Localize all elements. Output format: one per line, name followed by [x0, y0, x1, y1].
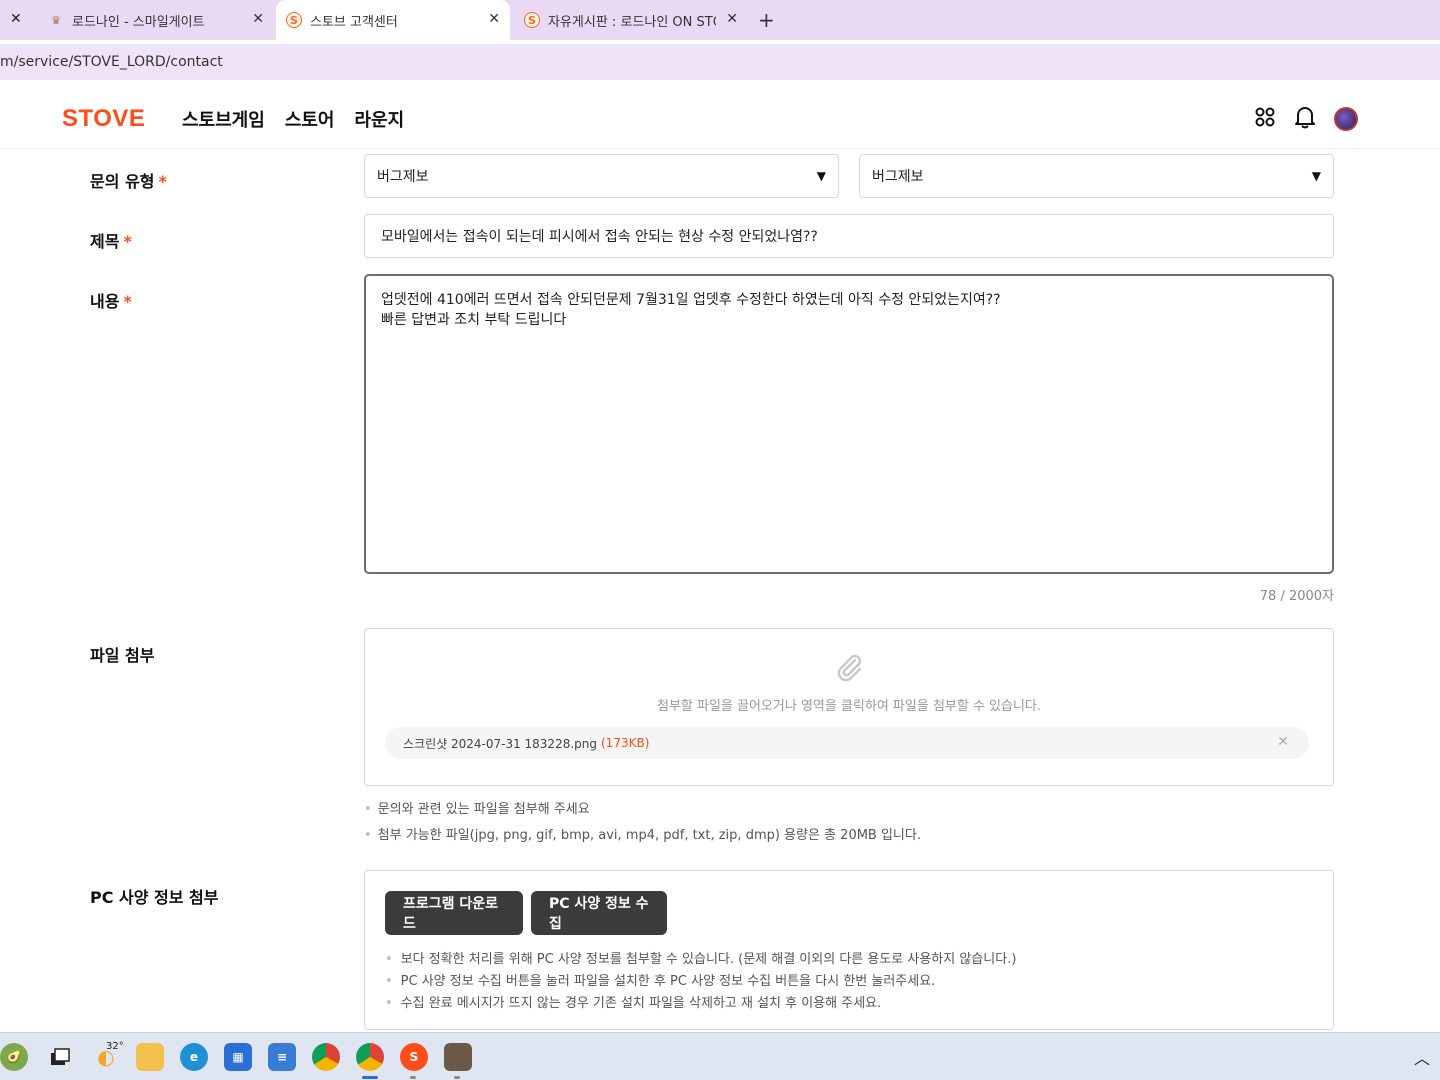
stove-icon[interactable]: S — [400, 1043, 428, 1071]
chevron-up-icon[interactable]: ︿ — [1414, 1045, 1430, 1069]
pc-note: 보다 정확한 처리를 위해 PC 사양 정보를 첨부할 수 있습니다. (문제 … — [385, 948, 1017, 967]
attach-note: 문의와 관련 있는 파일을 첨부해 주세요 — [364, 798, 590, 817]
apps-grid-icon[interactable] — [1254, 106, 1276, 132]
bell-icon[interactable] — [1294, 105, 1316, 133]
file-name: 스크린샷 2024-07-31 183228.png — [403, 736, 597, 751]
task-view-icon[interactable] — [46, 1043, 74, 1071]
dropzone-hint: 첨부할 파일을 끌어오거나 영역을 클릭하여 파일을 첨부할 수 있습니다. — [656, 699, 1042, 714]
stove-s-icon: S — [524, 12, 540, 28]
remove-file-icon[interactable]: ✕ — [1277, 734, 1289, 750]
game-icon[interactable] — [444, 1043, 472, 1071]
tab-stove-support[interactable]: S 스토브 고객센터 ✕ — [276, 0, 510, 40]
tab-close-icon[interactable]: ✕ — [726, 11, 738, 27]
pc-spec-label: PC 사양 정보 첨부 — [90, 888, 219, 907]
store-icon[interactable]: ▦ — [224, 1043, 252, 1071]
tab-free-board[interactable]: S 자유게시판 : 로드나인 ON STO ✕ — [514, 0, 748, 40]
type-select-secondary[interactable]: 버그제보 ▼ — [859, 154, 1334, 198]
running-indicator — [454, 1076, 460, 1079]
chrome-active-icon[interactable] — [356, 1043, 384, 1071]
active-indicator — [362, 1076, 378, 1079]
browser-tab-strip: ✕ ♛ 로드나인 - 스마일게이트 ✕ S 스토브 고객센터 ✕ S 자유게시판… — [0, 0, 1440, 40]
nav-stove-game[interactable]: 스토브게임 — [182, 106, 265, 132]
tab-close-icon[interactable]: ✕ — [252, 11, 264, 27]
content-textarea[interactable]: 업뎃전에 410에러 뜨면서 접속 안되던문제 7월31일 업뎃후 수정한다 하… — [364, 274, 1334, 574]
collect-pc-spec-button[interactable]: PC 사양 정보 수집 — [531, 891, 667, 935]
type-select-primary[interactable]: 버그제보 ▼ — [364, 154, 839, 198]
stove-logo[interactable]: STOVE — [62, 105, 145, 133]
download-program-button[interactable]: 프로그램 다운로드 — [385, 891, 523, 935]
attach-note: 첨부 가능한 파일(jpg, png, gif, bmp, avi, mp4, … — [364, 824, 921, 843]
attach-label: 파일 첨부 — [90, 646, 155, 665]
dropdown-caret-icon: ▼ — [1311, 169, 1321, 183]
content-label: 내용 * — [90, 292, 132, 311]
main-nav: 스토브게임 스토어 라운지 — [182, 106, 404, 132]
address-bar[interactable]: m/service/STOVE_LORD/contact — [0, 44, 1440, 80]
address-bar-area: m/service/STOVE_LORD/contact — [0, 40, 1440, 86]
edge-icon[interactable]: e — [180, 1043, 208, 1071]
file-size: (173KB) — [601, 736, 650, 750]
widgets-icon[interactable]: 🥑 — [0, 1043, 28, 1071]
url-text: m/service/STOVE_LORD/contact — [0, 54, 223, 70]
tab-lordnine[interactable]: ♛ 로드나인 - 스마일게이트 ✕ — [38, 0, 274, 40]
pc-note: PC 사양 정보 수집 버튼을 눌러 파일을 설치한 후 PC 사양 정보 수집… — [385, 970, 936, 989]
weather-temp: 32° — [106, 1041, 124, 1052]
chrome-icon[interactable] — [312, 1043, 340, 1071]
paperclip-icon — [837, 654, 862, 682]
user-avatar[interactable] — [1334, 107, 1358, 131]
site-header: STOVE 스토브게임 스토어 라운지 — [0, 87, 1440, 149]
char-counter: 78 / 2000자 — [1259, 589, 1334, 604]
file-explorer-icon[interactable] — [136, 1043, 164, 1071]
attached-file: 스크린샷 2024-07-31 183228.png (173KB) ✕ — [385, 727, 1309, 759]
title-input[interactable]: 모바일에서는 접속이 되는데 피시에서 접속 안되는 현상 수정 안되었나염?? — [364, 214, 1334, 258]
title-label: 제목 * — [90, 232, 132, 251]
stove-s-icon: S — [286, 12, 302, 28]
new-tab-button[interactable]: + — [758, 8, 775, 32]
windows-taskbar: 🥑 ◐ 32° e ▦ ≡ S ︿ — [0, 1032, 1440, 1080]
file-dropzone[interactable]: 첨부할 파일을 끌어오거나 영역을 클릭하여 파일을 첨부할 수 있습니다. 스… — [364, 628, 1334, 786]
lordnine-icon: ♛ — [51, 13, 61, 27]
dropdown-caret-icon: ▼ — [816, 169, 826, 183]
type-label: 문의 유형 * — [90, 172, 167, 191]
tab-title: 자유게시판 : 로드나인 ON STO — [548, 14, 716, 30]
tab-close-icon[interactable]: ✕ — [488, 11, 500, 27]
tab-title: 스토브 고객센터 — [310, 14, 398, 30]
nav-store[interactable]: 스토어 — [285, 106, 335, 132]
close-icon[interactable]: ✕ — [10, 11, 22, 27]
running-indicator — [410, 1076, 416, 1079]
nav-lounge[interactable]: 라운지 — [355, 106, 405, 132]
pc-spec-box: 프로그램 다운로드 PC 사양 정보 수집 보다 정확한 처리를 위해 PC 사… — [364, 870, 1334, 1030]
pc-note: 수집 완료 메시지가 뜨지 않는 경우 기존 설치 파일을 삭제하고 재 설치 … — [385, 992, 882, 1011]
notepad-icon[interactable]: ≡ — [268, 1043, 296, 1071]
header-actions — [1254, 105, 1358, 133]
tab-title: 로드나인 - 스마일게이트 — [72, 14, 205, 30]
